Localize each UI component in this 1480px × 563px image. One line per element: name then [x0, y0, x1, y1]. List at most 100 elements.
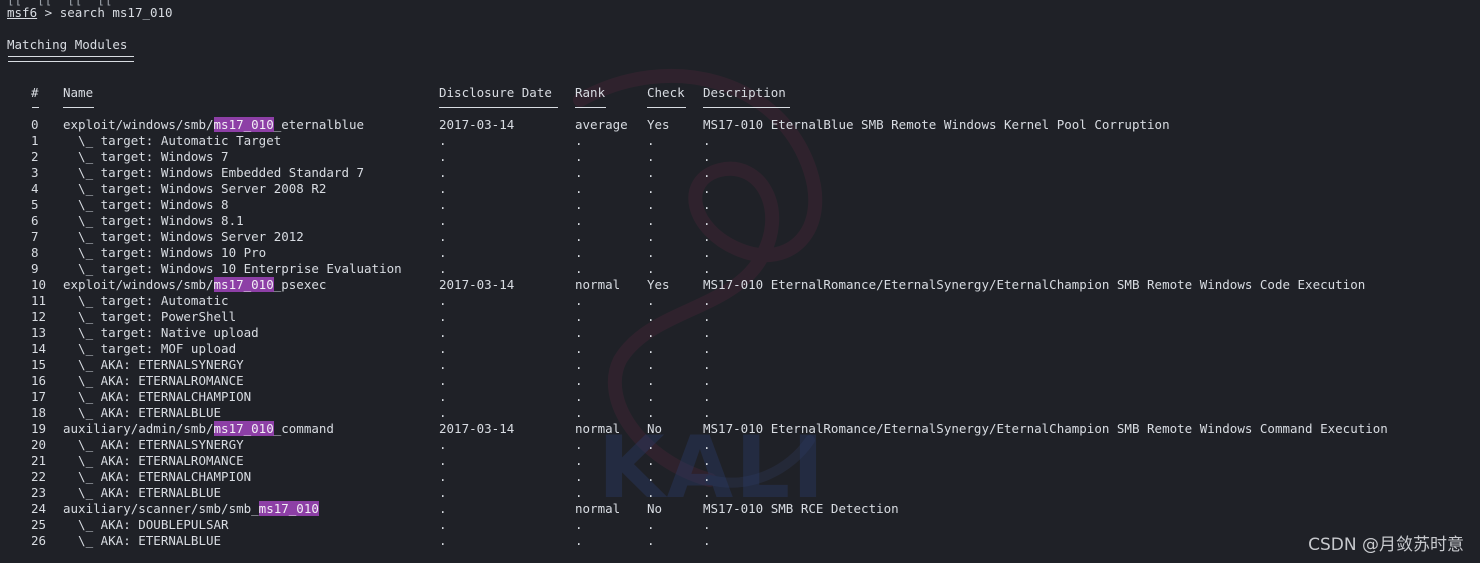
rank: . [575, 213, 583, 228]
row-number: 8 [31, 245, 39, 260]
module-name-part: \_ target: Windows Server 2008 R2 [63, 181, 327, 196]
check: . [647, 533, 655, 548]
description: . [703, 389, 711, 404]
module-name: \_ AKA: ETERNALCHAMPION [63, 469, 251, 485]
row-number: 7 [31, 229, 39, 244]
row-number: 3 [31, 165, 39, 180]
header-rank: Rank [575, 85, 606, 100]
module-name: \_ AKA: ETERNALCHAMPION [63, 389, 251, 405]
module-name-part: \_ AKA: ETERNALCHAMPION [63, 389, 252, 404]
description: MS17-010 EternalBlue SMB Remote Windows … [703, 117, 1170, 132]
module-name-part: _psexec [273, 277, 327, 292]
check: . [647, 149, 655, 164]
check: . [647, 469, 655, 484]
rank: . [575, 389, 583, 404]
row-number: 17 [31, 389, 47, 404]
check: . [647, 213, 655, 228]
module-name: \_ target: Windows 8 [63, 197, 229, 213]
module-name-part: auxiliary/scanner/smb/smb_ [63, 501, 259, 516]
rank: . [575, 405, 583, 420]
rank: . [575, 373, 583, 388]
check: Yes [647, 277, 670, 292]
module-name-part: \_ AKA: ETERNALSYNERGY [63, 357, 244, 372]
rank: . [575, 261, 583, 276]
search-match-highlight: ms17_010 [258, 501, 319, 516]
description: . [703, 181, 711, 196]
module-name: \_ AKA: ETERNALBLUE [63, 485, 221, 501]
check: . [647, 245, 655, 260]
rank: normal [575, 501, 621, 516]
module-name: \_ AKA: ETERNALROMANCE [63, 373, 244, 389]
rank: average [575, 117, 628, 132]
description: . [703, 325, 711, 340]
disclosure-date: . [439, 405, 447, 420]
check: . [647, 373, 655, 388]
header-date-underline [439, 107, 558, 108]
module-name-part: \_ AKA: ETERNALBLUE [63, 485, 222, 500]
description: . [703, 213, 711, 228]
row-number: 15 [31, 357, 47, 372]
module-name: auxiliary/admin/smb/ms17_010_command [63, 421, 334, 437]
terminal-window[interactable]: KALI [[" [[" [[" [[" msf6 > search ms17_… [0, 0, 1480, 563]
header-num: # [31, 85, 39, 100]
rank: . [575, 197, 583, 212]
module-name: \_ target: Windows 10 Pro [63, 245, 266, 261]
disclosure-date: . [439, 533, 447, 548]
check: . [647, 437, 655, 452]
module-name-part: \_ AKA: ETERNALBLUE [63, 533, 222, 548]
module-name: \_ target: Native upload [63, 325, 259, 341]
module-name-part: exploit/windows/smb/ [63, 277, 214, 292]
module-name: \_ target: Windows 8.1 [63, 213, 244, 229]
module-name: auxiliary/scanner/smb/smb_ms17_010 [63, 501, 319, 517]
row-number: 12 [31, 309, 47, 324]
module-name: \_ target: MOF upload [63, 341, 236, 357]
module-name-part: \_ target: Windows Embedded Standard 7 [63, 165, 365, 180]
watermark-credit: CSDN @月敛苏时意 [1308, 535, 1464, 555]
header-check: Check [647, 85, 685, 100]
disclosure-date: . [439, 437, 447, 452]
rank: . [575, 293, 583, 308]
disclosure-date: . [439, 485, 447, 500]
module-name-part: \_ AKA: ETERNALBLUE [63, 405, 222, 420]
rank: . [575, 517, 583, 532]
module-name: \_ AKA: ETERNALBLUE [63, 533, 221, 549]
row-number: 25 [31, 517, 47, 532]
disclosure-date: . [439, 229, 447, 244]
module-name-part: \_ target: Windows 8 [63, 197, 229, 212]
row-number: 6 [31, 213, 39, 228]
rank: . [575, 533, 583, 548]
description: . [703, 293, 711, 308]
header-rank-underline [575, 107, 606, 108]
description: . [703, 165, 711, 180]
disclosure-date: . [439, 389, 447, 404]
module-name-part: \_ AKA: DOUBLEPULSAR [63, 517, 229, 532]
description: . [703, 309, 711, 324]
module-name: exploit/windows/smb/ms17_010_eternalblue [63, 117, 364, 133]
module-name: exploit/windows/smb/ms17_010_psexec [63, 277, 326, 293]
check: . [647, 229, 655, 244]
module-name-part: \_ target: Windows 10 Pro [63, 245, 267, 260]
module-name-part: \_ target: Automatic Target [63, 133, 282, 148]
disclosure-date: 2017-03-14 [439, 421, 515, 436]
disclosure-date: . [439, 469, 447, 484]
row-number: 14 [31, 341, 47, 356]
command-line[interactable]: msf6 > search ms17_010 [7, 5, 173, 21]
disclosure-date: . [439, 357, 447, 372]
row-number: 9 [31, 261, 39, 276]
module-name-part: \_ target: MOF upload [63, 341, 237, 356]
row-number: 24 [31, 501, 47, 516]
description: . [703, 149, 711, 164]
disclosure-date: . [439, 149, 447, 164]
rank: . [575, 469, 583, 484]
row-number: 4 [31, 181, 39, 196]
module-name: \_ target: Automatic Target [63, 133, 281, 149]
check: . [647, 293, 655, 308]
description: . [703, 245, 711, 260]
module-name-part: \_ target: Windows Server 2012 [63, 229, 304, 244]
check: . [647, 405, 655, 420]
row-number: 26 [31, 533, 47, 548]
disclosure-date: 2017-03-14 [439, 117, 515, 132]
rank: . [575, 181, 583, 196]
description: . [703, 261, 711, 276]
row-number: 20 [31, 437, 47, 452]
